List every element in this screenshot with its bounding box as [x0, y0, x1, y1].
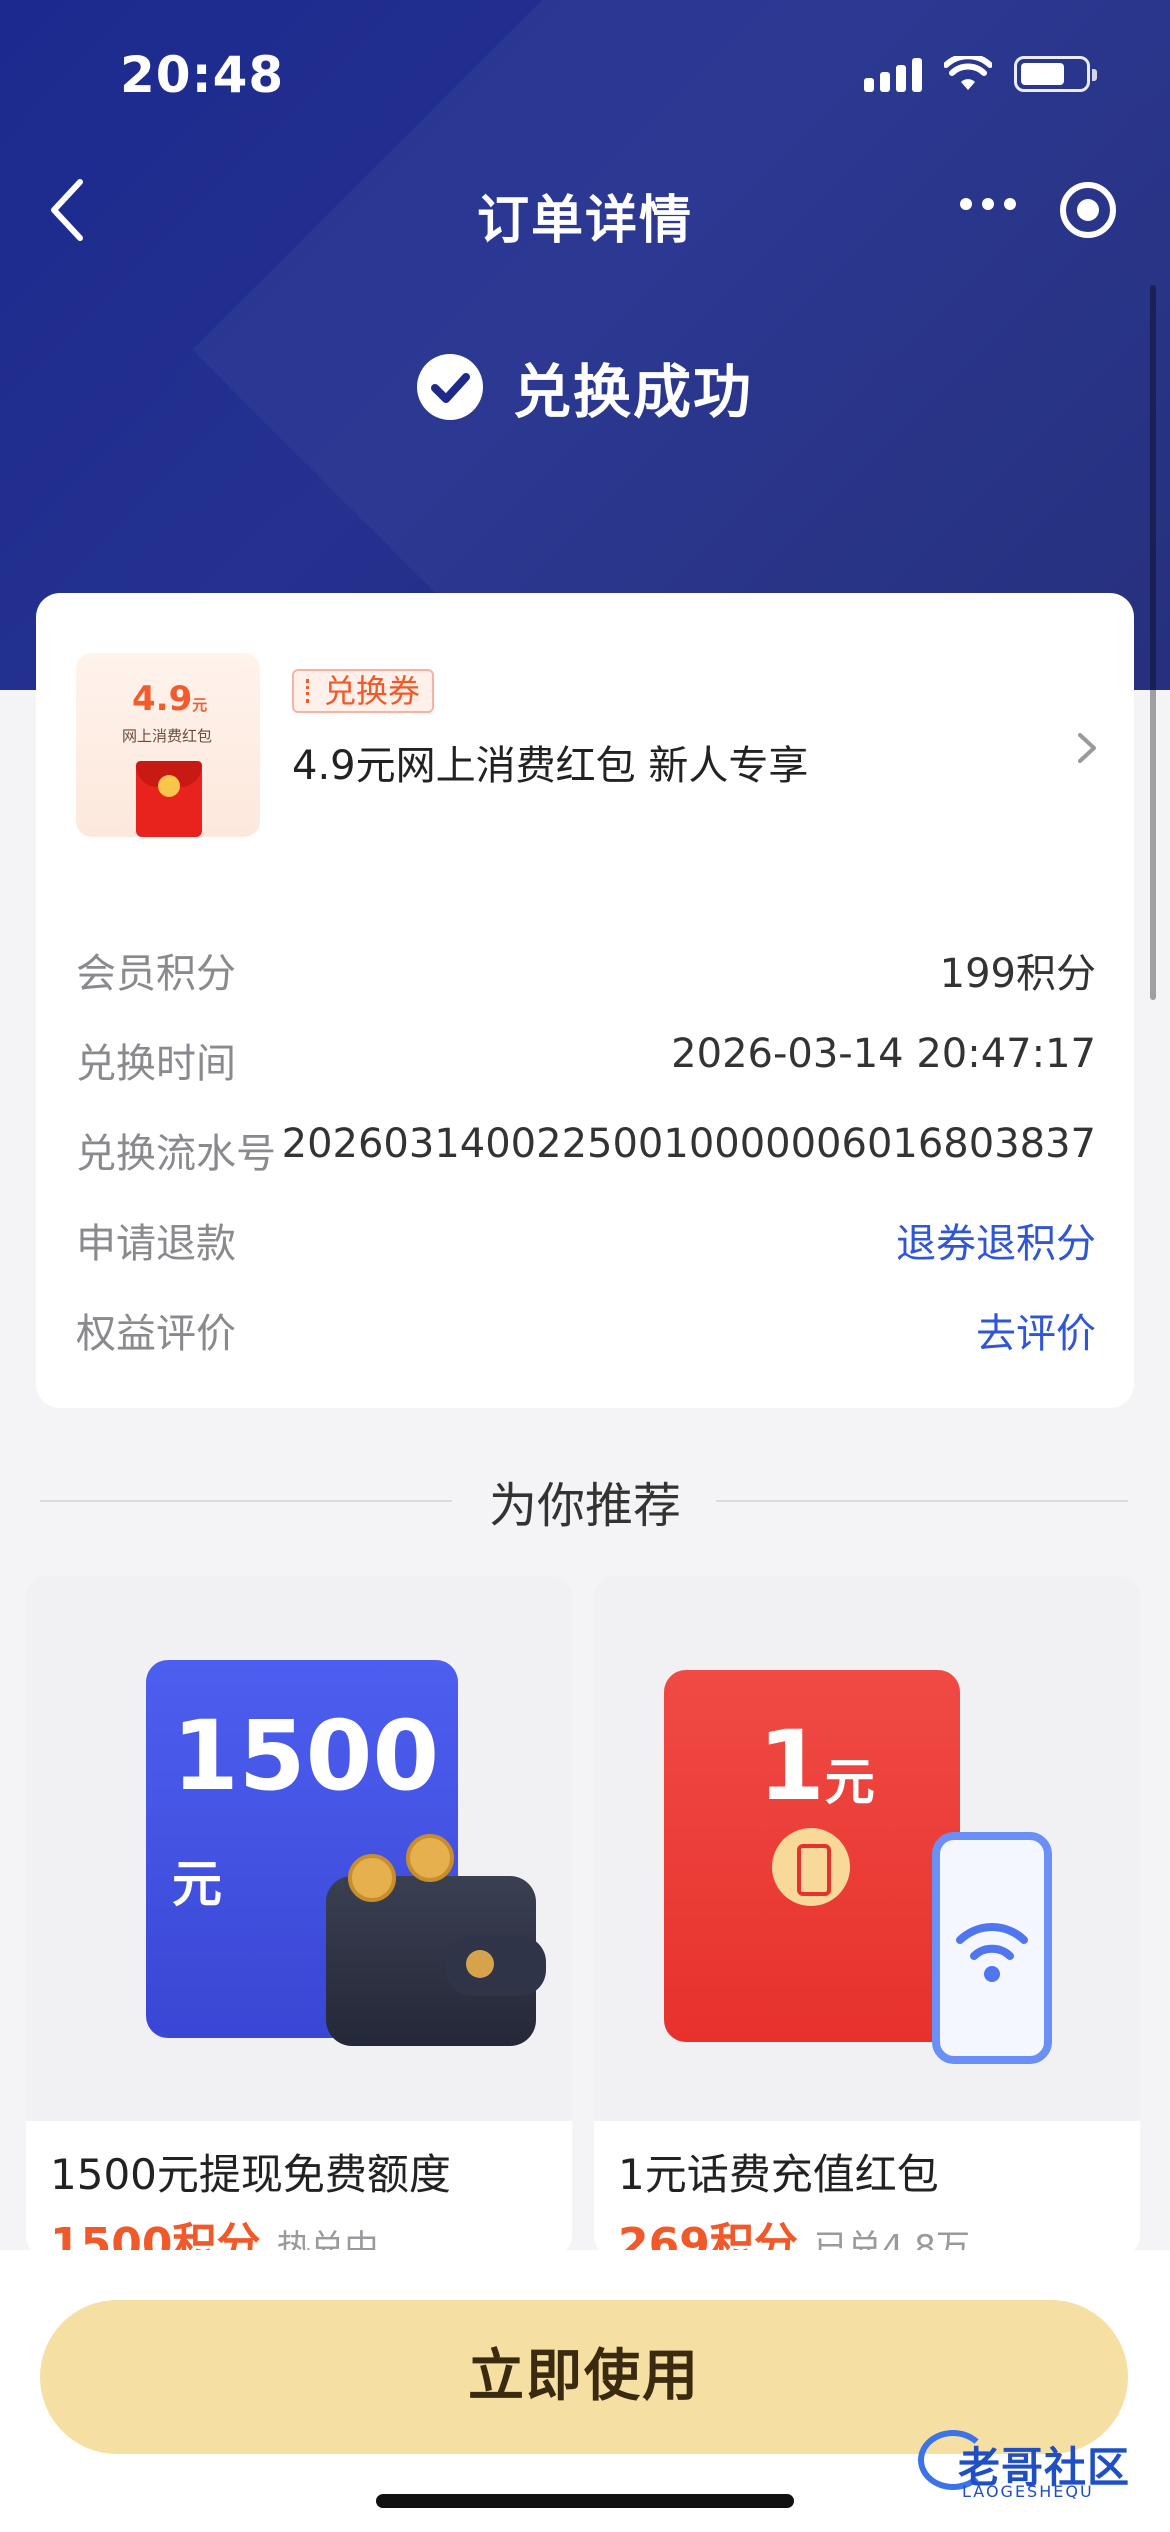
- watermark-logo: 老哥社区 LAOGESHEQU: [918, 2424, 1158, 2504]
- refund-link[interactable]: 退券退积分: [896, 1211, 1096, 1269]
- check-circle-icon: [416, 354, 483, 420]
- red-envelope-image: 1元: [664, 1670, 960, 2042]
- coin-icon: [348, 1854, 396, 1902]
- recommend-card[interactable]: 1元 1元话费充值红包 269积分 已兑4.8万: [594, 1576, 1140, 2256]
- navigation-bar: 订单详情: [0, 160, 1170, 260]
- product-thumbnail[interactable]: 4.9元 网上消费红包: [76, 653, 260, 837]
- close-miniprogram-icon[interactable]: [1060, 182, 1116, 238]
- info-label: 申请退款: [76, 1221, 236, 1267]
- status-bar: 20:48: [0, 0, 1170, 150]
- wallet-icon: [326, 1876, 546, 2046]
- info-label: 兑换流水号: [76, 1131, 276, 1177]
- home-indicator: [376, 2494, 794, 2508]
- coin-icon: [406, 1834, 454, 1882]
- recommend-price: 1500积分 热兑中: [50, 2219, 379, 2256]
- info-label: 会员积分: [76, 951, 236, 997]
- battery-icon: [1014, 56, 1097, 92]
- phone-badge-icon: [772, 1828, 850, 1906]
- phone-icon: [932, 1832, 1052, 2064]
- status-icons: [864, 56, 1097, 92]
- coupon-tag: 兑换券: [292, 669, 435, 713]
- divider: [716, 1500, 1128, 1502]
- wifi-icon: [956, 1923, 1028, 1982]
- success-text: 兑换成功: [512, 358, 753, 426]
- info-row-time: 兑换时间 2026-03-14 20:47:17: [76, 1031, 1096, 1091]
- status-time: 20:48: [120, 46, 285, 104]
- success-status: 兑换成功: [0, 345, 1170, 429]
- review-link[interactable]: 去评价: [976, 1301, 1096, 1359]
- info-row-points: 会员积分 199积分: [76, 941, 1096, 1001]
- recommend-name: 1元话费充值红包: [618, 2150, 939, 2199]
- cellular-signal-icon: [864, 56, 922, 92]
- recommend-price: 269积分 已兑4.8万: [618, 2219, 970, 2256]
- info-row-serial: 兑换流水号 20260314002250010000006016803837: [76, 1121, 1096, 1181]
- red-envelope-icon: [136, 761, 202, 837]
- thumb-amount: 4.9元: [132, 679, 208, 719]
- info-value: 2026-03-14 20:47:17: [671, 1031, 1096, 1077]
- info-value: 20260314002250010000006016803837: [281, 1121, 1096, 1167]
- info-row-refund: 申请退款 退券退积分: [76, 1211, 1096, 1271]
- order-card: 4.9元 网上消费红包 兑换券 4.9元网上消费红包 新人专享 会员积分 199…: [36, 593, 1134, 1408]
- scroll-indicator[interactable]: [1150, 285, 1156, 1000]
- recommend-header: 为你推荐: [0, 1466, 1170, 1536]
- info-value: 199积分: [939, 951, 1096, 997]
- watermark-subtext: LAOGESHEQU: [962, 2482, 1094, 2501]
- product-image: 1元: [594, 1576, 1140, 2121]
- page-title: 订单详情: [476, 191, 693, 251]
- chevron-right-icon[interactable]: [1072, 723, 1102, 773]
- product-title[interactable]: 4.9元网上消费红包 新人专享: [292, 733, 808, 791]
- wifi-icon: [944, 56, 992, 90]
- info-row-review: 权益评价 去评价: [76, 1301, 1096, 1361]
- info-label: 权益评价: [76, 1311, 236, 1357]
- more-options-icon[interactable]: [960, 198, 1016, 210]
- recommend-card[interactable]: 1500元 1500元提现免费额度 1500积分 热兑中: [26, 1576, 572, 2256]
- product-image: 1500元: [26, 1576, 572, 2121]
- info-label: 兑换时间: [76, 1041, 236, 1087]
- thumb-label: 网上消费红包: [122, 727, 213, 745]
- recommend-name: 1500元提现免费额度: [50, 2150, 451, 2199]
